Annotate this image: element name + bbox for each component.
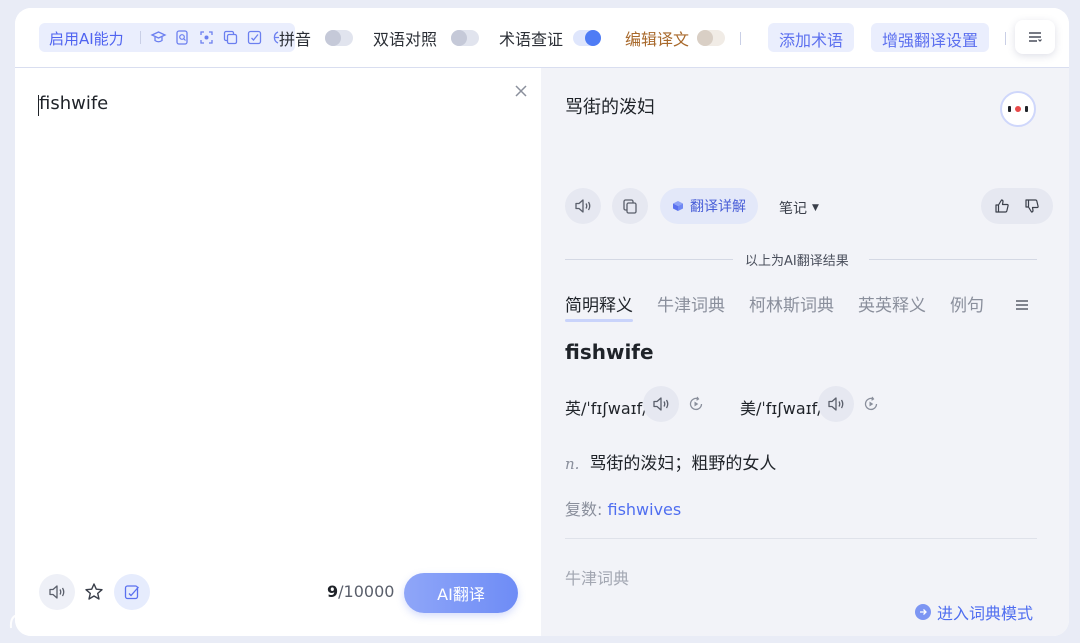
- tab-oxford[interactable]: 牛津词典: [657, 291, 725, 316]
- part-of-speech: n.: [565, 455, 580, 473]
- separator: [1005, 32, 1006, 45]
- edit-translation-label: 编辑译文: [625, 30, 690, 49]
- dictionary-tabs: 简明释义 牛津词典 柯林斯词典 英英释义 例句: [565, 291, 1008, 322]
- speaker-icon: [575, 199, 591, 213]
- watermark: 大数跨境: [8, 606, 138, 635]
- pinyin-toggle-group: 拼音: [279, 26, 354, 50]
- dictionary-headword: fishwife: [565, 340, 654, 364]
- ai-translate-button[interactable]: AI翻译: [404, 573, 518, 613]
- translation-text: 骂街的泼妇: [565, 97, 655, 118]
- document-search-icon[interactable]: [174, 29, 191, 46]
- menu-button[interactable]: [1015, 20, 1055, 54]
- separator: [740, 32, 741, 45]
- close-icon[interactable]: [513, 83, 529, 99]
- uk-pronounce-button[interactable]: [643, 386, 679, 422]
- feedback-group: [981, 188, 1053, 224]
- translation-detail-button[interactable]: 翻译详解: [660, 188, 758, 224]
- tab-concise[interactable]: 简明释义: [565, 291, 633, 322]
- translator-app: 启用AI能力 拼音 双语对照 术语查证 编辑译文 添加术语 增强翻译设置 fis…: [15, 8, 1069, 636]
- bilingual-toggle-group: 双语对照: [373, 26, 480, 50]
- focus-icon[interactable]: [198, 29, 215, 46]
- star-icon[interactable]: [84, 582, 104, 602]
- uk-phonetic: 英/ˈfɪʃwaɪf/: [565, 399, 648, 418]
- speaker-icon: [49, 585, 65, 599]
- ai-ability-button[interactable]: 启用AI能力: [49, 28, 124, 49]
- result-speaker-button[interactable]: [565, 188, 601, 224]
- edit-translation-toggle[interactable]: [697, 30, 726, 46]
- dictionary-mode-link[interactable]: 进入词典模式: [915, 600, 1033, 624]
- watermark-logo-icon: [9, 612, 48, 628]
- char-count-current: 9: [327, 582, 339, 601]
- replay-icon[interactable]: [687, 395, 705, 413]
- bilingual-toggle[interactable]: [451, 30, 480, 46]
- add-term-button[interactable]: 添加术语: [768, 23, 855, 52]
- plural-label: 复数:: [565, 500, 603, 519]
- ai-ability-group: 启用AI能力: [39, 23, 295, 52]
- source-text-input[interactable]: fishwife: [39, 93, 108, 114]
- notes-label: 笔记: [779, 201, 807, 217]
- definition-row: n. 骂街的泼妇；粗野的女人: [565, 449, 776, 474]
- translation-detail-label: 翻译详解: [690, 199, 746, 215]
- oxford-section-title: 牛津词典: [565, 569, 630, 588]
- dictionary-mode-label: 进入词典模式: [937, 604, 1034, 623]
- caret-down-icon: ▼: [812, 203, 819, 213]
- section-divider: [565, 538, 1037, 539]
- replay-icon[interactable]: [862, 395, 880, 413]
- char-count-max: /10000: [338, 582, 395, 601]
- copy-result-button[interactable]: [612, 188, 648, 224]
- pinyin-toggle[interactable]: [325, 30, 354, 46]
- speaker-icon: [653, 397, 669, 411]
- menu-lines-icon: [1029, 32, 1042, 42]
- divider-line: [565, 259, 733, 260]
- result-pane: 骂街的泼妇 翻译详解 笔记 ▼ 以上为AI翻译结果 简明释义 牛津词典 柯林斯词…: [541, 68, 1069, 636]
- enhance-settings-button[interactable]: 增强翻译设置: [871, 23, 990, 52]
- char-count: 9/10000: [327, 582, 394, 601]
- source-speaker-button[interactable]: [39, 574, 75, 610]
- edit-translation-toggle-group: 编辑译文: [625, 26, 726, 50]
- toolbar: 启用AI能力 拼音 双语对照 术语查证 编辑译文 添加术语 增强翻译设置: [15, 8, 1069, 68]
- ai-face-icon: [1008, 106, 1028, 112]
- ai-result-note: 以上为AI翻译结果: [745, 254, 849, 269]
- plural-row: 复数: fishwives: [565, 496, 681, 520]
- plural-link[interactable]: fishwives: [608, 500, 682, 519]
- thumbs-down-icon[interactable]: [1024, 198, 1040, 214]
- term-check-toggle-group: 术语查证: [499, 26, 602, 50]
- arrow-right-circle-icon: [915, 604, 931, 620]
- notes-dropdown[interactable]: 笔记 ▼: [779, 198, 819, 218]
- edit-icon: [124, 585, 139, 600]
- tab-examples[interactable]: 例句: [950, 291, 984, 316]
- edit-note-button[interactable]: [114, 574, 150, 610]
- bilingual-label: 双语对照: [373, 30, 438, 49]
- divider-line: [869, 259, 1037, 260]
- ai-result-divider: 以上为AI翻译结果: [565, 249, 1037, 269]
- definition-text: 骂街的泼妇；粗野的女人: [589, 454, 777, 474]
- us-pronounce-button[interactable]: [818, 386, 854, 422]
- edit-check-icon[interactable]: [246, 29, 263, 46]
- separator: [140, 31, 141, 44]
- pinyin-label: 拼音: [279, 30, 312, 49]
- copy-text-icon[interactable]: [222, 29, 239, 46]
- thumbs-up-icon[interactable]: [994, 198, 1010, 214]
- speaker-icon: [828, 397, 844, 411]
- tabs-menu-icon[interactable]: [1015, 299, 1029, 311]
- tab-collins[interactable]: 柯林斯词典: [749, 291, 834, 316]
- copy-icon: [623, 199, 637, 214]
- us-phonetic: 美/ˈfɪʃwaɪf/: [740, 399, 823, 418]
- tab-english-english[interactable]: 英英释义: [858, 291, 926, 316]
- source-pane: fishwife 9/10000 AI翻译: [15, 68, 541, 636]
- term-check-toggle[interactable]: [573, 30, 602, 46]
- term-check-label: 术语查证: [499, 30, 564, 49]
- graduation-cap-icon[interactable]: [150, 29, 167, 46]
- watermark-text: 大数跨境: [54, 610, 138, 634]
- ai-assistant-avatar[interactable]: [1000, 91, 1036, 127]
- cube-icon: [673, 201, 683, 211]
